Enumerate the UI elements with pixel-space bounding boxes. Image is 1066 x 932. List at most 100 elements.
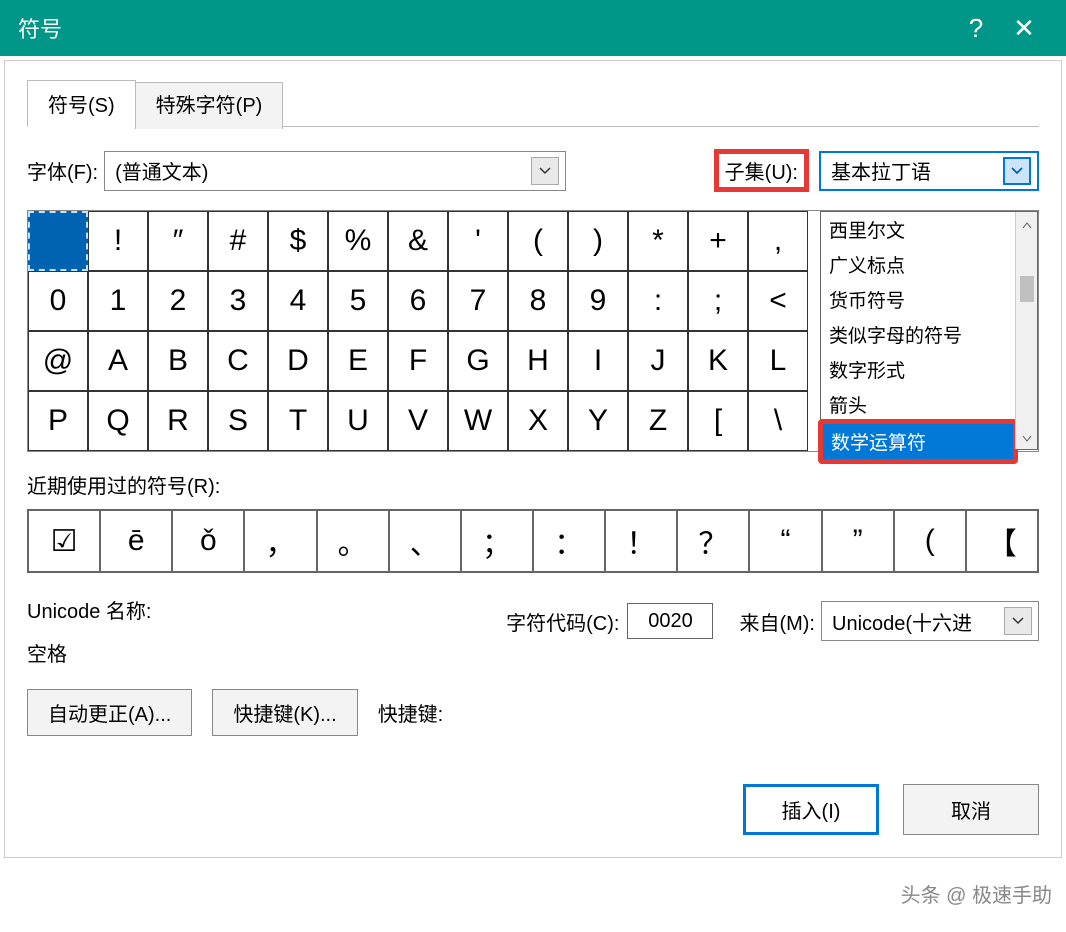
scroll-down-icon[interactable] xyxy=(1022,429,1032,445)
symbol-cell[interactable]: U xyxy=(328,391,388,451)
symbol-cell[interactable]: % xyxy=(328,211,388,271)
subset-dropdown-list[interactable]: 西里尔文广义标点货币符号类似字母的符号数字形式箭头数学运算符 xyxy=(821,212,1015,449)
symbol-cell[interactable]: L xyxy=(748,331,808,391)
recent-symbol-cell[interactable]: 、 xyxy=(389,510,461,572)
symbol-cell[interactable]: G xyxy=(448,331,508,391)
recent-symbol-cell[interactable]: ！ xyxy=(605,510,677,572)
chevron-down-icon xyxy=(1003,157,1031,185)
recent-symbol-cell[interactable]: ( xyxy=(894,510,966,572)
dropdown-item[interactable]: 广义标点 xyxy=(821,247,1015,282)
unicode-name-value: 空格 xyxy=(27,638,152,667)
symbol-cell[interactable]: T xyxy=(268,391,328,451)
symbol-cell[interactable]: ) xyxy=(568,211,628,271)
recent-symbol-cell[interactable]: ： xyxy=(533,510,605,572)
symbol-cell[interactable]: 4 xyxy=(268,271,328,331)
symbol-cell[interactable]: & xyxy=(388,211,448,271)
symbol-cell[interactable]: $ xyxy=(268,211,328,271)
dropdown-item[interactable]: 货币符号 xyxy=(821,282,1015,317)
symbol-cell[interactable]: C xyxy=(208,331,268,391)
recent-symbol-cell[interactable]: ， xyxy=(244,510,316,572)
symbol-cell[interactable]: B xyxy=(148,331,208,391)
symbol-cell[interactable]: \ xyxy=(748,391,808,451)
recent-symbol-cell[interactable]: ǒ xyxy=(172,510,244,572)
title-bar: 符号 ? ✕ xyxy=(0,0,1066,56)
subset-label-highlight: 子集(U): xyxy=(714,149,809,192)
tab-special-chars[interactable]: 特殊字符(P) xyxy=(135,82,284,129)
window-title: 符号 xyxy=(18,12,62,44)
symbol-cell[interactable]: 3 xyxy=(208,271,268,331)
recent-symbol-cell[interactable]: ？ xyxy=(677,510,749,572)
symbol-cell[interactable]: 7 xyxy=(448,271,508,331)
dialog-body: 符号(S) 特殊字符(P) 字体(F): (普通文本) 子集(U): 基本拉丁语… xyxy=(4,60,1062,858)
symbol-cell[interactable]: F xyxy=(388,331,448,391)
symbol-cell[interactable]: Z xyxy=(628,391,688,451)
symbol-cell[interactable]: H xyxy=(508,331,568,391)
symbol-cell[interactable]: S xyxy=(208,391,268,451)
symbol-cell[interactable]: ! xyxy=(88,211,148,271)
recent-symbol-cell[interactable]: ； xyxy=(461,510,533,572)
shortcut-key-button[interactable]: 快捷键(K)... xyxy=(212,689,357,736)
dropdown-item[interactable]: 箭头 xyxy=(821,387,1015,422)
symbol-cell[interactable]: + xyxy=(688,211,748,271)
recent-symbol-cell[interactable]: 【 xyxy=(966,510,1038,572)
symbol-cell[interactable]: I xyxy=(568,331,628,391)
subset-select[interactable]: 基本拉丁语 xyxy=(819,151,1039,191)
symbol-cell[interactable]: * xyxy=(628,211,688,271)
symbol-cell[interactable]: ″ xyxy=(148,211,208,271)
help-button[interactable]: ? xyxy=(952,13,1000,44)
dropdown-item[interactable]: 类似字母的符号 xyxy=(821,317,1015,352)
symbol-cell[interactable]: ; xyxy=(688,271,748,331)
symbol-cell[interactable]: 5 xyxy=(328,271,388,331)
tab-symbols[interactable]: 符号(S) xyxy=(27,80,136,127)
symbol-cell[interactable]: 8 xyxy=(508,271,568,331)
dropdown-item[interactable]: 数学运算符 xyxy=(823,424,1013,459)
symbol-cell[interactable]: P xyxy=(28,391,88,451)
symbol-cell[interactable]: 1 xyxy=(88,271,148,331)
unicode-name-label: Unicode 名称: xyxy=(27,595,152,624)
symbol-cell[interactable]: 2 xyxy=(148,271,208,331)
symbol-cell[interactable]: 0 xyxy=(28,271,88,331)
scroll-up-icon[interactable] xyxy=(1022,216,1032,232)
symbol-cell[interactable]: [ xyxy=(688,391,748,451)
symbol-cell[interactable]: E xyxy=(328,331,388,391)
recent-label: 近期使用过的符号(R): xyxy=(27,470,1039,499)
symbol-cell[interactable]: ' xyxy=(448,211,508,271)
symbol-cell[interactable]: ( xyxy=(508,211,568,271)
symbol-cell[interactable]: X xyxy=(508,391,568,451)
font-select[interactable]: (普通文本) xyxy=(104,151,566,191)
font-label: 字体(F): xyxy=(27,156,98,185)
symbol-cell[interactable]: @ xyxy=(28,331,88,391)
symbol-cell[interactable]: A xyxy=(88,331,148,391)
font-value: (普通文本) xyxy=(115,156,208,185)
symbol-cell[interactable]: Y xyxy=(568,391,628,451)
charcode-input[interactable] xyxy=(627,603,713,639)
symbol-cell[interactable]: D xyxy=(268,331,328,391)
recent-symbol-cell[interactable]: ” xyxy=(822,510,894,572)
symbol-cell[interactable]: W xyxy=(448,391,508,451)
symbol-cell[interactable]: 9 xyxy=(568,271,628,331)
symbol-cell[interactable]: R xyxy=(148,391,208,451)
symbol-cell[interactable]: K xyxy=(688,331,748,391)
dropdown-scrollbar[interactable] xyxy=(1015,212,1037,449)
symbol-cell[interactable]: < xyxy=(748,271,808,331)
recent-symbol-cell[interactable]: ☑ xyxy=(28,510,100,572)
symbol-cell[interactable] xyxy=(28,211,88,271)
symbol-cell[interactable]: 6 xyxy=(388,271,448,331)
symbol-cell[interactable]: , xyxy=(748,211,808,271)
dropdown-item[interactable]: 西里尔文 xyxy=(821,212,1015,247)
autocorrect-button[interactable]: 自动更正(A)... xyxy=(27,689,192,736)
symbol-cell[interactable]: # xyxy=(208,211,268,271)
symbol-cell[interactable]: Q xyxy=(88,391,148,451)
scroll-thumb[interactable] xyxy=(1020,276,1034,302)
symbol-cell[interactable]: V xyxy=(388,391,448,451)
cancel-button[interactable]: 取消 xyxy=(903,784,1039,835)
symbol-cell[interactable]: J xyxy=(628,331,688,391)
recent-symbol-cell[interactable]: “ xyxy=(749,510,821,572)
insert-button[interactable]: 插入(I) xyxy=(743,784,879,835)
dropdown-item[interactable]: 数字形式 xyxy=(821,352,1015,387)
from-select[interactable]: Unicode(十六进 xyxy=(821,601,1039,641)
recent-symbol-cell[interactable]: 。 xyxy=(317,510,389,572)
recent-symbol-cell[interactable]: ē xyxy=(100,510,172,572)
close-button[interactable]: ✕ xyxy=(1000,13,1048,44)
symbol-cell[interactable]: : xyxy=(628,271,688,331)
